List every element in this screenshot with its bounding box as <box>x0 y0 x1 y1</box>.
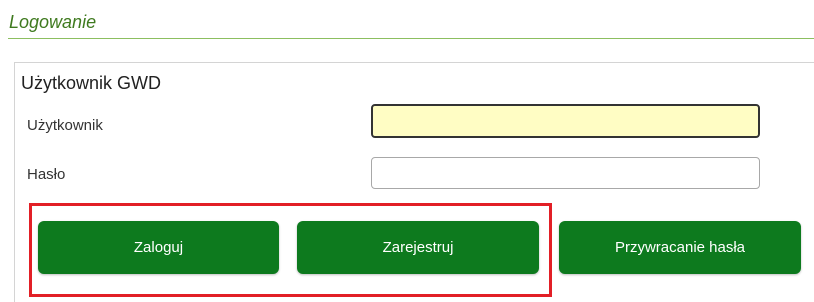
section-title: Logowanie <box>9 12 97 32</box>
password-recovery-button[interactable]: Przywracanie hasła <box>559 221 801 274</box>
password-label: Hasło <box>27 166 66 183</box>
panel-heading: Użytkownik GWD <box>21 73 162 93</box>
username-label: Użytkownik <box>27 117 103 134</box>
password-input[interactable] <box>371 157 760 189</box>
username-input[interactable] <box>371 104 760 138</box>
login-button[interactable]: Zaloguj <box>38 221 279 274</box>
login-page: Logowanie Użytkownik GWD Użytkownik Hasł… <box>0 0 814 302</box>
title-divider <box>8 38 814 39</box>
register-button[interactable]: Zarejestruj <box>297 221 539 274</box>
